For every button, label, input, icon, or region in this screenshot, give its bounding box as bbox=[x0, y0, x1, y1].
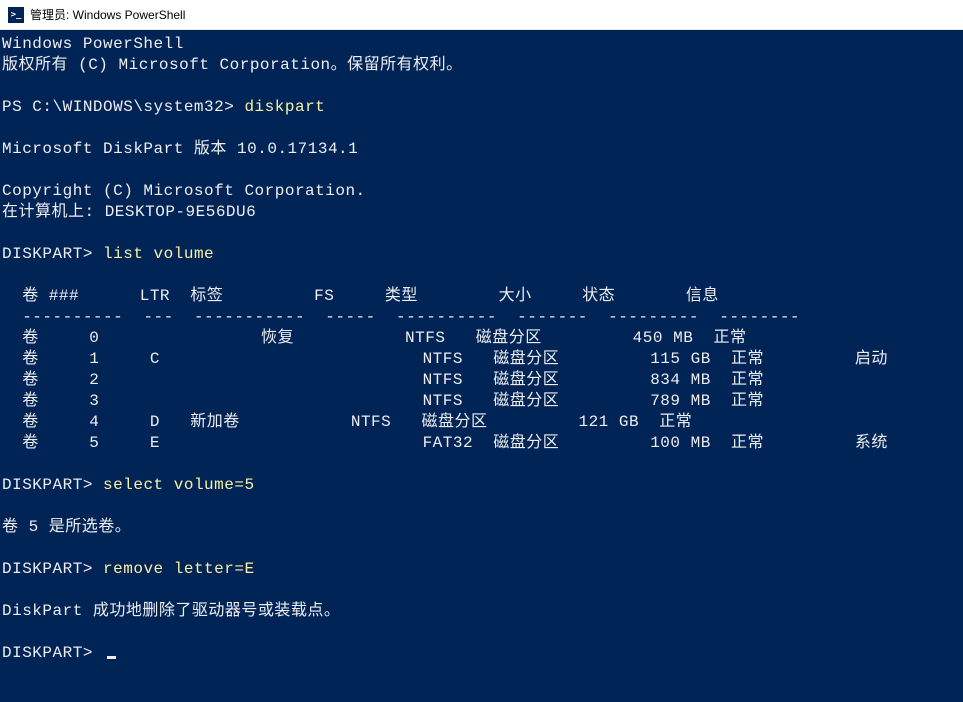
diskpart-prompt-3: DISKPART> bbox=[2, 476, 93, 494]
window-titlebar[interactable]: >_ 管理员: Windows PowerShell bbox=[0, 0, 963, 30]
command-list-volume: list volume bbox=[103, 245, 214, 263]
table-row: 卷 3 NTFS 磁盘分区 789 MB 正常 bbox=[2, 392, 764, 410]
ps-prompt-1: PS C:\WINDOWS\system32> bbox=[2, 98, 234, 116]
banner-line1: Windows PowerShell bbox=[2, 35, 184, 53]
table-row: 卷 0 恢复 NTFS 磁盘分区 450 MB 正常 bbox=[2, 329, 747, 347]
cursor bbox=[107, 656, 116, 659]
window-title: 管理员: Windows PowerShell bbox=[30, 6, 185, 23]
table-row: 卷 1 C NTFS 磁盘分区 115 GB 正常 启动 bbox=[2, 350, 888, 368]
msg-volume-selected: 卷 5 是所选卷。 bbox=[2, 518, 131, 536]
command-select-volume: select volume=5 bbox=[103, 476, 255, 494]
command-remove-letter: remove letter=E bbox=[103, 560, 255, 578]
table-row: 卷 5 E FAT32 磁盘分区 100 MB 正常 系统 bbox=[2, 434, 888, 452]
diskpart-prompt-5: DISKPART> bbox=[2, 644, 93, 662]
diskpart-prompt-4: DISKPART> bbox=[2, 560, 93, 578]
terminal-area[interactable]: Windows PowerShell 版权所有 (C) Microsoft Co… bbox=[0, 30, 963, 702]
table-row: 卷 4 D 新加卷 NTFS 磁盘分区 121 GB 正常 bbox=[2, 413, 692, 431]
diskpart-prompt-2: DISKPART> bbox=[2, 245, 93, 263]
table-row: 卷 2 NTFS 磁盘分区 834 MB 正常 bbox=[2, 371, 764, 389]
diskpart-version: Microsoft DiskPart 版本 10.0.17134.1 bbox=[2, 140, 358, 158]
diskpart-computer: 在计算机上: DESKTOP-9E56DU6 bbox=[2, 203, 256, 221]
table-divider: ---------- --- ----------- ----- -------… bbox=[2, 308, 800, 326]
diskpart-copyright: Copyright (C) Microsoft Corporation. bbox=[2, 182, 366, 200]
msg-removed: DiskPart 成功地删除了驱动器号或装载点。 bbox=[2, 602, 340, 620]
command-diskpart: diskpart bbox=[244, 98, 325, 116]
powershell-icon: >_ bbox=[8, 7, 24, 23]
banner-line2: 版权所有 (C) Microsoft Corporation。保留所有权利。 bbox=[2, 56, 463, 74]
table-header: 卷 ### LTR 标签 FS 类型 大小 状态 信息 bbox=[2, 287, 719, 305]
